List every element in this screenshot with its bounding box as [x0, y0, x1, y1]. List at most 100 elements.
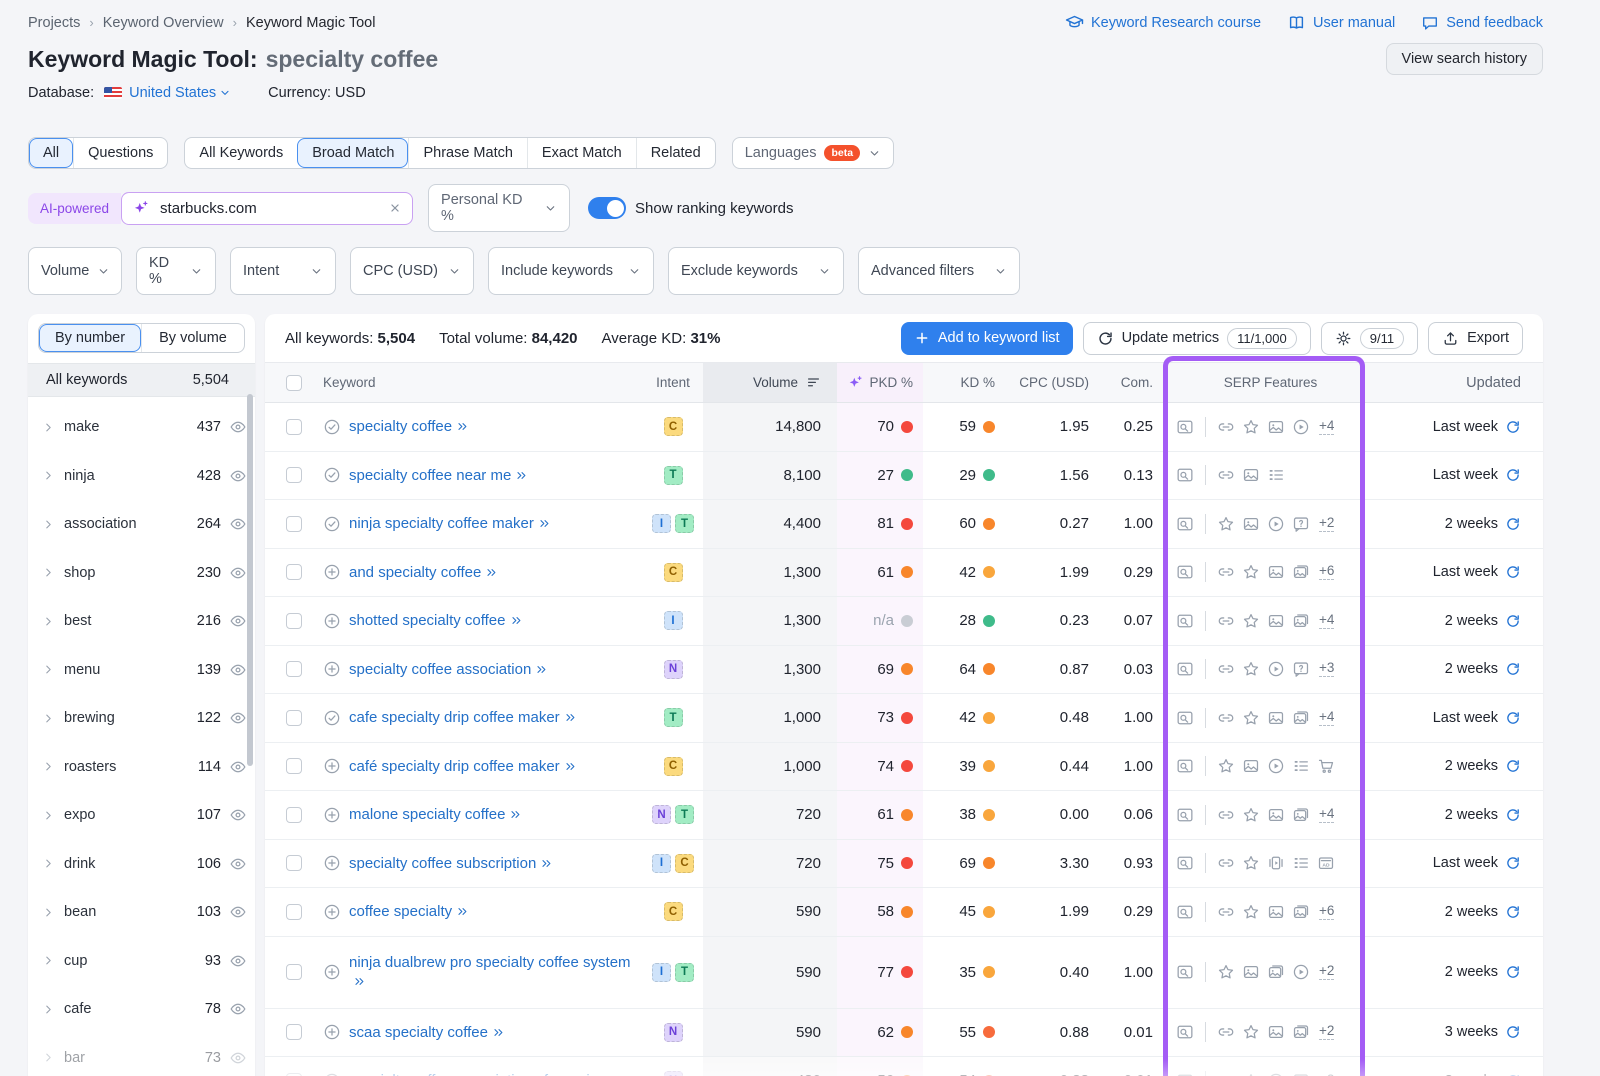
column-header-updated[interactable]: Updated: [1365, 363, 1543, 402]
chevrons-right-icon[interactable]: [515, 469, 528, 482]
chevron-right-icon[interactable]: [42, 1003, 55, 1016]
plus-circle-icon[interactable]: [323, 1023, 341, 1041]
breadcrumb-item-keyword-overview[interactable]: Keyword Overview: [103, 15, 224, 31]
refresh-blue-icon[interactable]: [1505, 964, 1521, 980]
eye-icon[interactable]: [229, 903, 247, 921]
serp-more-link[interactable]: +4: [1319, 807, 1334, 823]
plus-circle-icon[interactable]: [323, 612, 341, 630]
row-checkbox[interactable]: [286, 710, 302, 726]
filter-advanced-filters[interactable]: Advanced filters: [858, 247, 1020, 295]
eye-icon[interactable]: [229, 1049, 247, 1067]
refresh-blue-icon[interactable]: [1505, 758, 1521, 774]
serp-preview-icon[interactable]: [1176, 806, 1194, 824]
chevron-right-icon[interactable]: [42, 954, 55, 967]
view-search-history-button[interactable]: View search history: [1386, 43, 1543, 75]
row-checkbox[interactable]: [286, 516, 302, 532]
eye-icon[interactable]: [229, 612, 247, 630]
eye-icon[interactable]: [229, 952, 247, 970]
filter-exclude-keywords[interactable]: Exclude keywords: [668, 247, 844, 295]
serp-preview-icon[interactable]: [1176, 563, 1194, 581]
serp-preview-icon[interactable]: [1176, 612, 1194, 630]
sidebar-group-expo[interactable]: expo 107: [28, 791, 255, 840]
chevrons-right-icon[interactable]: [538, 517, 551, 530]
row-checkbox[interactable]: [286, 758, 302, 774]
serp-more-link[interactable]: +6: [1319, 564, 1334, 580]
eye-icon[interactable]: [229, 855, 247, 873]
sidebar-tab-by-number[interactable]: By number: [39, 324, 141, 352]
refresh-blue-icon[interactable]: [1505, 661, 1521, 677]
update-metrics-button[interactable]: Update metrics11/1,000: [1083, 322, 1311, 355]
chevron-right-icon[interactable]: [42, 663, 55, 676]
row-checkbox[interactable]: [286, 419, 302, 435]
serp-preview-icon[interactable]: [1176, 466, 1194, 484]
serp-preview-icon[interactable]: [1176, 1023, 1194, 1041]
sidebar-scrollbar[interactable]: [247, 394, 253, 766]
keyword-link[interactable]: shotted specialty coffee: [349, 611, 523, 631]
chevrons-right-icon[interactable]: [353, 975, 366, 988]
refresh-blue-icon[interactable]: [1505, 710, 1521, 726]
column-header-pkd[interactable]: PKD %: [837, 363, 923, 402]
keyword-link[interactable]: specialty coffee association: [349, 660, 548, 680]
tab-all-keywords[interactable]: All Keywords: [185, 138, 297, 168]
refresh-blue-icon[interactable]: [1505, 516, 1521, 532]
personal-kd-dropdown[interactable]: Personal KD %: [428, 184, 570, 232]
refresh-blue-icon[interactable]: [1505, 904, 1521, 920]
keyword-link[interactable]: specialty coffee: [349, 417, 469, 437]
serp-preview-icon[interactable]: [1176, 515, 1194, 533]
check-circle-icon[interactable]: [323, 418, 341, 436]
sidebar-group-drink[interactable]: drink 106: [28, 840, 255, 889]
eye-icon[interactable]: [229, 467, 247, 485]
keyword-link[interactable]: ninja dualbrew pro specialty coffee syst…: [349, 953, 633, 992]
breadcrumb-item-projects[interactable]: Projects: [28, 15, 80, 31]
serp-preview-icon[interactable]: [1176, 660, 1194, 678]
row-checkbox[interactable]: [286, 467, 302, 483]
chevron-right-icon[interactable]: [42, 857, 55, 870]
filter-intent[interactable]: Intent: [230, 247, 336, 295]
add-to-keyword-list-button[interactable]: Add to keyword list: [901, 322, 1073, 355]
chevron-right-icon[interactable]: [42, 518, 55, 531]
column-header-cpc-usd[interactable]: CPC (USD): [1003, 363, 1097, 402]
sidebar-group-shop[interactable]: shop 230: [28, 549, 255, 598]
sidebar-group-roasters[interactable]: roasters 114: [28, 743, 255, 792]
row-checkbox[interactable]: [286, 1024, 302, 1040]
serp-more-link[interactable]: +2: [1319, 964, 1334, 980]
plus-circle-icon[interactable]: [323, 903, 341, 921]
refresh-blue-icon[interactable]: [1505, 467, 1521, 483]
column-header-intent[interactable]: Intent: [643, 363, 703, 402]
keyword-link[interactable]: café specialty drip coffee maker: [349, 757, 577, 777]
plus-circle-icon[interactable]: [323, 854, 341, 872]
header-link-user-manual[interactable]: User manual: [1287, 13, 1395, 32]
serp-more-link[interactable]: +2: [1319, 516, 1334, 532]
table-settings-button[interactable]: 9/11: [1321, 322, 1418, 355]
refresh-blue-icon[interactable]: [1505, 807, 1521, 823]
serp-more-link[interactable]: +2: [1319, 1024, 1334, 1040]
refresh-blue-icon[interactable]: [1505, 564, 1521, 580]
select-all-checkbox[interactable]: [286, 375, 302, 391]
chevron-right-icon[interactable]: [42, 760, 55, 773]
show-ranking-toggle[interactable]: [588, 197, 626, 219]
header-link-keyword-research-course[interactable]: Keyword Research course: [1065, 13, 1261, 32]
plus-circle-icon[interactable]: [323, 757, 341, 775]
breadcrumb-item-keyword-magic-tool[interactable]: Keyword Magic Tool: [246, 15, 376, 31]
check-circle-icon[interactable]: [323, 466, 341, 484]
check-circle-icon[interactable]: [323, 709, 341, 727]
column-header-kd[interactable]: KD %: [923, 363, 1003, 402]
sidebar-group-brewing[interactable]: brewing 122: [28, 694, 255, 743]
eye-icon[interactable]: [229, 418, 247, 436]
keyword-link[interactable]: cafe specialty drip coffee maker: [349, 708, 577, 728]
serp-preview-icon[interactable]: [1176, 709, 1194, 727]
chevron-right-icon[interactable]: [42, 906, 55, 919]
serp-preview-icon[interactable]: [1176, 757, 1194, 775]
sidebar-group-bar[interactable]: bar 73: [28, 1034, 255, 1076]
eye-icon[interactable]: [229, 1000, 247, 1018]
chevrons-right-icon[interactable]: [564, 760, 577, 773]
tab-questions[interactable]: Questions: [73, 138, 167, 168]
eye-icon[interactable]: [229, 758, 247, 776]
keyword-link[interactable]: ninja specialty coffee maker: [349, 514, 551, 534]
chevrons-right-icon[interactable]: [509, 808, 522, 821]
row-checkbox[interactable]: [286, 661, 302, 677]
filter-cpc-usd[interactable]: CPC (USD): [350, 247, 474, 295]
sidebar-tab-by-volume[interactable]: By volume: [141, 324, 244, 352]
serp-more-link[interactable]: +3: [1319, 661, 1334, 677]
serp-preview-icon[interactable]: [1176, 963, 1194, 981]
